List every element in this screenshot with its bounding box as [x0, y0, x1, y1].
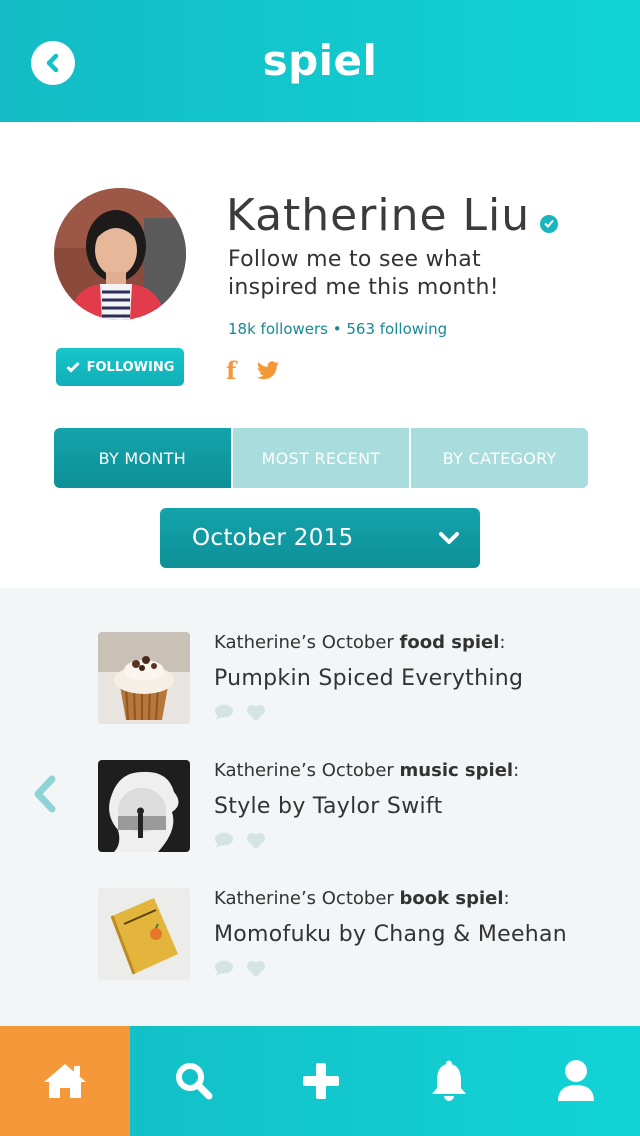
following-button-label: FOLLOWING — [86, 359, 175, 375]
avatar — [54, 188, 186, 320]
bottom-nav — [0, 1026, 640, 1136]
bell-icon — [431, 1060, 466, 1101]
comment-icon[interactable] — [214, 704, 234, 720]
nav-add[interactable] — [258, 1026, 386, 1136]
follower-stats: 18k followers • 563 following — [228, 320, 448, 338]
nav-search[interactable] — [130, 1026, 258, 1136]
spiel-feed: Katherine’s October food spiel: Pumpkin … — [0, 588, 640, 1026]
item-suffix: : — [503, 888, 510, 909]
item-meta: Katherine’s October food spiel: — [214, 632, 505, 653]
twitter-icon[interactable] — [256, 360, 280, 381]
comment-icon[interactable] — [214, 960, 234, 976]
item-category: music spiel — [399, 760, 514, 781]
item-category: food spiel — [399, 632, 500, 653]
user-icon — [558, 1060, 595, 1101]
nav-home[interactable] — [0, 1026, 130, 1136]
silhouette-thumbnail — [98, 760, 190, 852]
item-actions — [214, 960, 266, 978]
item-title[interactable]: Momofuku by Chang & Meehan — [214, 922, 567, 947]
month-dropdown-value: October 2015 — [192, 525, 354, 551]
profile-name: Katherine Liu — [226, 190, 531, 241]
item-actions — [214, 832, 266, 850]
item-suffix: : — [513, 760, 520, 781]
home-icon — [44, 1064, 86, 1098]
item-category: book spiel — [399, 888, 504, 909]
facebook-icon[interactable]: f — [226, 356, 236, 385]
tab-by-category[interactable]: BY CATEGORY — [411, 428, 589, 488]
social-links: f — [226, 356, 280, 385]
item-title[interactable]: Pumpkin Spiced Everything — [214, 666, 523, 691]
following-button[interactable]: FOLLOWING — [56, 348, 184, 386]
item-meta: Katherine’s October music spiel: — [214, 760, 519, 781]
list-item[interactable]: Katherine’s October book spiel: Momofuku… — [98, 888, 618, 980]
list-item[interactable]: Katherine’s October food spiel: Pumpkin … — [98, 632, 618, 724]
heart-icon[interactable] — [246, 832, 266, 850]
item-prefix: Katherine’s October — [214, 632, 400, 653]
list-item[interactable]: Katherine’s October music spiel: Style b… — [98, 760, 618, 852]
profile-bio: Follow me to see what inspired me this m… — [228, 247, 499, 300]
search-icon — [175, 1063, 213, 1100]
profile-section: FOLLOWING Katherine Liu Follow me to see… — [0, 122, 640, 588]
app-header: spiel — [0, 0, 640, 122]
item-title[interactable]: Style by Taylor Swift — [214, 794, 443, 819]
heart-icon[interactable] — [246, 704, 266, 722]
view-tabs: BY MONTH MOST RECENT BY CATEGORY — [54, 428, 589, 488]
nav-notifications[interactable] — [385, 1026, 513, 1136]
nav-profile[interactable] — [513, 1026, 640, 1136]
item-meta: Katherine’s October book spiel: — [214, 888, 510, 909]
name-row: Katherine Liu — [226, 190, 559, 241]
app-title: spiel — [262, 36, 378, 85]
tab-by-month[interactable]: BY MONTH — [54, 428, 231, 488]
plus-icon — [303, 1063, 340, 1099]
heart-icon[interactable] — [246, 960, 266, 978]
item-prefix: Katherine’s October — [214, 760, 400, 781]
tab-most-recent[interactable]: MOST RECENT — [232, 428, 410, 488]
month-dropdown[interactable]: October 2015 — [160, 508, 480, 568]
comment-icon[interactable] — [214, 832, 234, 848]
verified-icon — [540, 214, 559, 233]
chevron-down-icon — [439, 532, 459, 544]
item-prefix: Katherine’s October — [214, 888, 400, 909]
chevron-left-icon[interactable] — [30, 774, 60, 814]
item-suffix: : — [499, 632, 506, 653]
item-actions — [214, 704, 266, 722]
check-icon — [66, 361, 80, 373]
cupcake-thumbnail — [98, 632, 190, 724]
book-thumbnail — [98, 888, 190, 980]
